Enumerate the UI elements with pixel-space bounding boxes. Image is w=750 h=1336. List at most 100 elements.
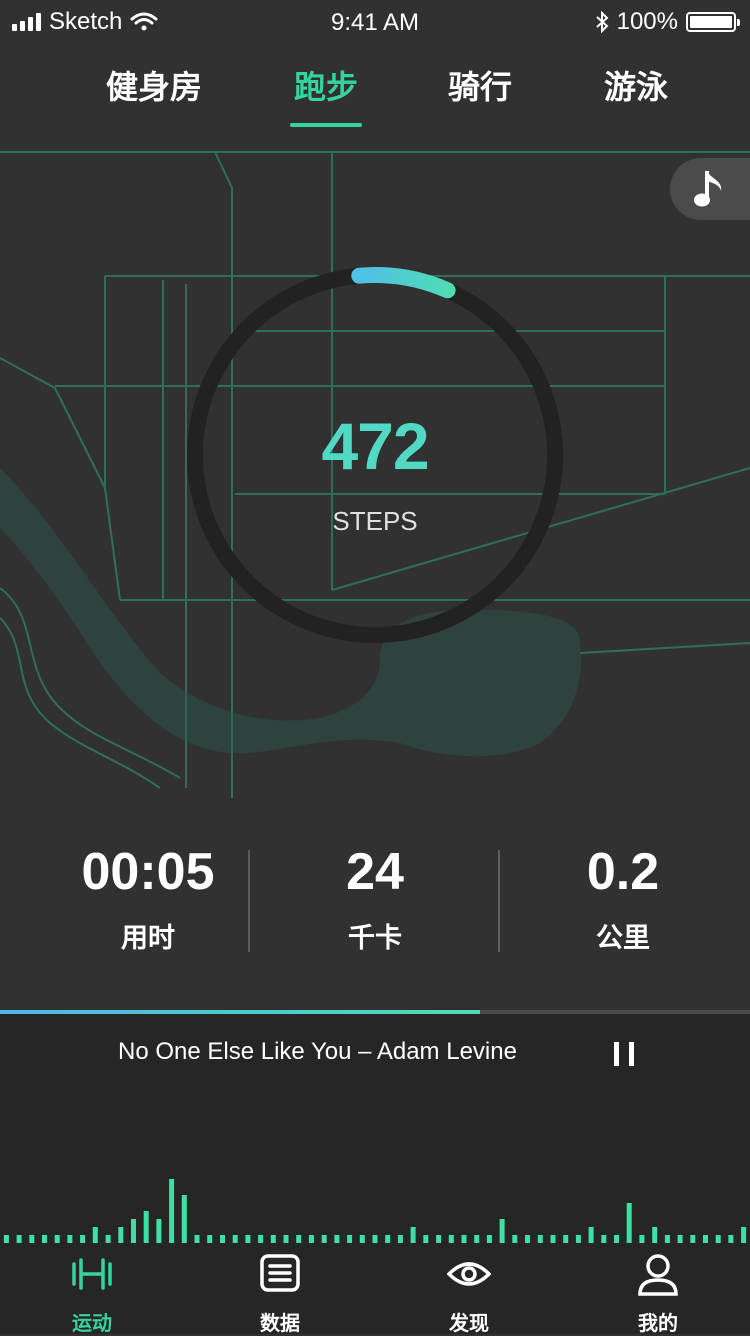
steps-progress-arc (351, 267, 456, 299)
audio-visualizer (3, 1179, 747, 1243)
tabbar-item-discover[interactable]: 发现 (409, 1252, 529, 1336)
visualizer-bar (486, 1235, 492, 1243)
stat-duration: 00:05 用时 (23, 842, 273, 955)
visualizer-bar (512, 1235, 518, 1243)
visualizer-bar (715, 1235, 721, 1243)
steps-count: 472 (321, 409, 429, 483)
calories-label: 千卡 (348, 923, 402, 953)
visualizer-bar (575, 1235, 581, 1243)
tab-swimming[interactable]: 游泳 (566, 62, 706, 108)
duration-label: 用时 (121, 923, 175, 953)
visualizer-bar (156, 1219, 162, 1243)
tabbar-label: 运动 (72, 1313, 112, 1335)
visualizer-bar (359, 1235, 365, 1243)
visualizer-bar (54, 1235, 60, 1243)
visualizer-bar (499, 1219, 505, 1243)
visualizer-bar (728, 1235, 734, 1243)
visualizer-bar (321, 1235, 327, 1243)
visualizer-bar (652, 1227, 658, 1243)
tabbar-item-profile[interactable]: 我的 (598, 1252, 718, 1336)
tab-gym[interactable]: 健身房 (84, 62, 224, 108)
visualizer-bar (29, 1235, 35, 1243)
visualizer-bar (334, 1235, 340, 1243)
song-progress-track[interactable] (0, 1010, 750, 1014)
visualizer-bar (423, 1235, 429, 1243)
sport-tabs: 健身房 跑步 骑行 游泳 (0, 62, 750, 132)
visualizer-bar (131, 1219, 136, 1243)
visualizer-bar (741, 1227, 747, 1243)
status-right: 100% (595, 8, 740, 36)
visualizer-bar (436, 1235, 442, 1243)
visualizer-bar (474, 1235, 480, 1243)
visualizer-bar (258, 1235, 264, 1243)
visualizer-bar (550, 1235, 556, 1243)
visualizer-bar (67, 1235, 73, 1243)
dumbbell-icon (72, 1258, 112, 1290)
visualizer-bar (448, 1235, 454, 1243)
stat-calories: 24 千卡 (250, 842, 500, 955)
visualizer-bar (461, 1235, 467, 1243)
visualizer-bar (143, 1211, 149, 1243)
distance-label: 公里 (596, 923, 650, 953)
eye-icon (446, 1262, 492, 1286)
visualizer-bar (563, 1235, 569, 1243)
visualizer-bar (283, 1235, 289, 1243)
tab-cycling[interactable]: 骑行 (410, 62, 550, 108)
visualizer-bar (537, 1235, 543, 1243)
distance-value: 0.2 (586, 843, 660, 901)
visualizer-bar (639, 1235, 645, 1243)
visualizer-bar (626, 1203, 632, 1243)
tabbar-item-data[interactable]: 数据 (220, 1252, 340, 1336)
visualizer-bar (296, 1235, 302, 1243)
visualizer-bar (410, 1227, 416, 1243)
music-player: No One Else Like You – Adam Levine (0, 1010, 750, 1250)
music-button[interactable] (670, 158, 750, 220)
steps-label: STEPS (332, 506, 418, 536)
tabbar-label: 我的 (638, 1313, 678, 1335)
visualizer-bar (614, 1235, 619, 1243)
calories-value: 24 (346, 843, 404, 901)
visualizer-bar (245, 1235, 251, 1243)
pause-button[interactable] (614, 1042, 634, 1066)
visualizer-bar (270, 1235, 276, 1243)
pause-icon (614, 1042, 619, 1066)
visualizer-bar (169, 1179, 175, 1243)
visualizer-bar (3, 1235, 9, 1243)
visualizer-bar (677, 1235, 683, 1243)
duration-value: 00:05 (81, 843, 215, 901)
tabbar-item-workout[interactable]: 运动 (32, 1252, 152, 1336)
workout-stats: 00:05 用时 24 千卡 0.2 公里 (0, 842, 750, 962)
visualizer-bar (703, 1235, 708, 1243)
battery-icon (686, 12, 740, 32)
visualizer-bar (16, 1235, 22, 1243)
visualizer-bar (42, 1235, 47, 1243)
visualizer-bar (92, 1227, 98, 1243)
visualizer-bar (181, 1195, 187, 1243)
visualizer-bar (80, 1235, 86, 1243)
tab-running[interactable]: 跑步 (256, 62, 396, 108)
visualizer-bar (347, 1235, 353, 1243)
user-icon (638, 1254, 678, 1296)
tabbar-label: 发现 (449, 1313, 489, 1335)
visualizer-bar (385, 1235, 391, 1243)
song-title: No One Else Like You – Adam Levine (118, 1038, 517, 1065)
stat-distance: 0.2 公里 (498, 842, 748, 955)
bottom-tab-bar: 运动 数据 发现 我的 (0, 1244, 750, 1336)
active-tab-indicator (290, 123, 362, 127)
bluetooth-icon (595, 11, 609, 33)
visualizer-bar (232, 1235, 238, 1243)
visualizer-bar (207, 1235, 213, 1243)
visualizer-bar (372, 1235, 378, 1243)
visualizer-bar (601, 1235, 607, 1243)
visualizer-bar (525, 1235, 530, 1243)
status-bar: Sketch 9:41 AM 100% (0, 0, 750, 44)
visualizer-bar (397, 1235, 403, 1243)
visualizer-bar (105, 1235, 111, 1243)
tabbar-label: 数据 (260, 1313, 300, 1335)
battery-percent: 100% (616, 8, 678, 35)
visualizer-bar (220, 1235, 225, 1243)
visualizer-bar (588, 1227, 594, 1243)
visualizer-bar (690, 1235, 696, 1243)
visualizer-bar (118, 1227, 124, 1243)
song-progress-fill (0, 1010, 480, 1014)
